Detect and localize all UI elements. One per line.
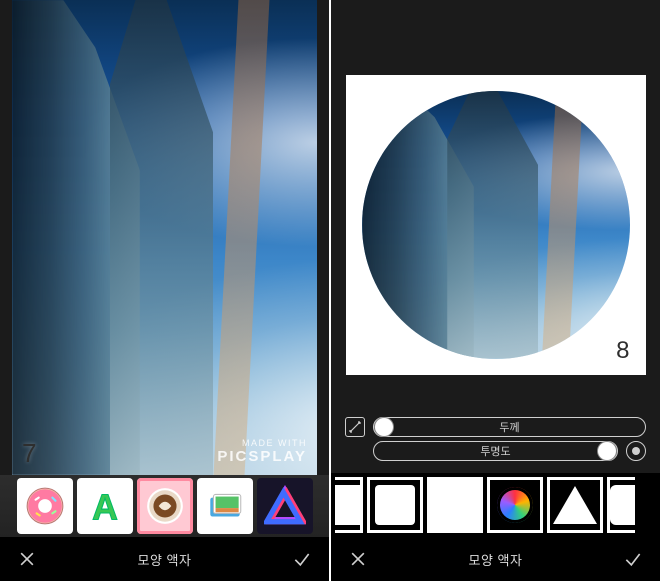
bottom-bar: 모양 액자: [331, 537, 660, 581]
image-preview[interactable]: MADE WITH PICSPLAY 7: [12, 0, 317, 475]
confirm-button[interactable]: [620, 546, 646, 572]
full-bleed-icon: [430, 480, 480, 530]
photo-stack-icon: [204, 485, 246, 527]
mask-shape-rgb-circle[interactable]: [487, 477, 543, 533]
watermark-madewith: MADE WITH: [217, 438, 307, 448]
mask-shape-partial-left[interactable]: [335, 477, 363, 533]
mask-shape-row: [331, 473, 660, 537]
mask-shape-full[interactable]: [427, 477, 483, 533]
mask-shape-triangle[interactable]: [547, 477, 603, 533]
opacity-slider[interactable]: 투명도: [373, 441, 618, 461]
opacity-max-icon: [626, 441, 646, 461]
thickness-slider-handle[interactable]: [375, 418, 393, 436]
step-number-7: 7: [22, 438, 36, 469]
bottom-bar: 모양 액자: [0, 537, 329, 581]
bottom-bar-title: 모양 액자: [371, 550, 620, 569]
frame-thumb-letter-a[interactable]: A: [77, 478, 133, 534]
left-screen: MADE WITH PICSPLAY 7 A: [0, 0, 329, 581]
cancel-button[interactable]: [14, 546, 40, 572]
square-icon: [375, 485, 415, 525]
mask-shape-partial-right[interactable]: [607, 477, 635, 533]
opacity-slider-handle[interactable]: [598, 442, 616, 460]
svg-text:A: A: [92, 488, 118, 527]
frame-thumb-donut[interactable]: [17, 478, 73, 534]
watermark-brand: PICSPLAY: [217, 448, 307, 465]
opacity-slider-row: 투명도: [345, 441, 646, 461]
coffee-cup-icon: [144, 485, 186, 527]
picsplay-watermark: MADE WITH PICSPLAY: [217, 438, 307, 465]
circle-mask: [362, 91, 630, 359]
thickness-label: 두께: [499, 419, 519, 435]
image-preview-wrap: 8: [331, 0, 660, 411]
opacity-label: 투명도: [480, 443, 510, 459]
letter-a-icon: A: [84, 485, 126, 527]
frame-thumb-stack[interactable]: [197, 478, 253, 534]
thickness-slider-row: 두께: [345, 417, 646, 437]
donut-icon: [24, 485, 66, 527]
cancel-button[interactable]: [345, 546, 371, 572]
close-icon: [17, 549, 37, 569]
penrose-triangle-icon: [264, 485, 306, 527]
rgb-circle-icon: [497, 487, 533, 523]
mask-shape-square[interactable]: [367, 477, 423, 533]
frame-thumb-penrose[interactable]: [257, 478, 313, 534]
close-icon: [348, 549, 368, 569]
thickness-icon: [345, 417, 365, 437]
bottom-bar-title: 모양 액자: [40, 550, 289, 569]
step-number-8: 8: [616, 337, 629, 365]
thickness-slider[interactable]: 두께: [373, 417, 646, 437]
right-screen: 8 두께 투명도: [329, 0, 660, 581]
check-icon: [623, 549, 643, 569]
frame-thumb-coffee[interactable]: [137, 478, 193, 534]
triangle-icon: [553, 486, 597, 524]
confirm-button[interactable]: [289, 546, 315, 572]
frame-thumbnails-row: A: [0, 475, 329, 537]
slider-panel: 두께 투명도: [331, 411, 660, 473]
check-icon: [292, 549, 312, 569]
framed-image-preview[interactable]: 8: [346, 75, 646, 375]
